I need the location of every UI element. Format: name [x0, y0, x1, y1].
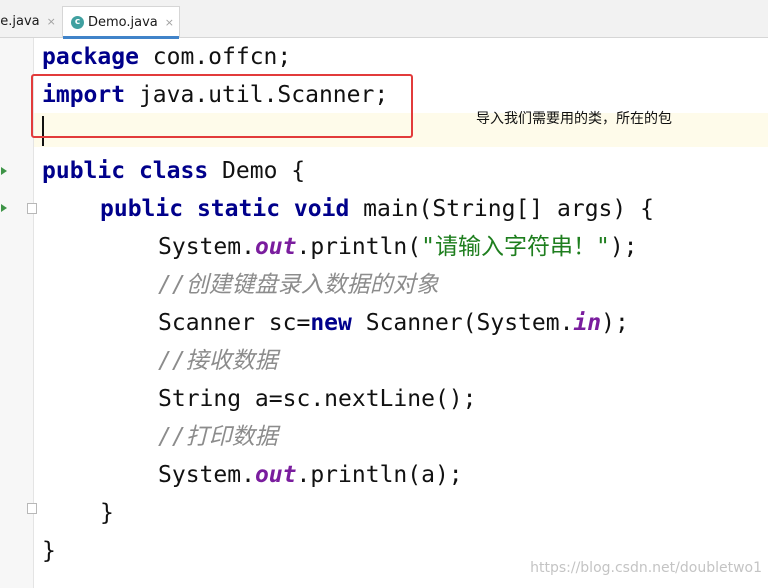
- method-signature: main(String[] args) {: [349, 196, 654, 222]
- class-declaration: Demo {: [208, 158, 306, 184]
- fold-method-icon[interactable]: [27, 203, 37, 214]
- run-class-icon[interactable]: [1, 167, 7, 175]
- code-line-8: Scanner sc=new Scanner(System.in);: [158, 304, 629, 342]
- code-text: );: [609, 234, 638, 260]
- code-text: System.: [158, 234, 255, 260]
- import-highlight-box: [31, 74, 413, 138]
- keyword-public: public: [100, 196, 184, 222]
- code-line-12: System.out.println(a);: [158, 456, 463, 494]
- package-name: com.offcn;: [138, 44, 292, 70]
- code-text: Scanner sc=: [158, 310, 311, 336]
- annotation-label: 导入我们需要用的类，所在的包: [476, 111, 672, 127]
- code-comment: //创建键盘录入数据的对象: [158, 272, 439, 298]
- keyword-new: new: [310, 310, 352, 336]
- static-field: out: [254, 234, 297, 260]
- code-text: System.: [158, 462, 255, 488]
- run-main-icon[interactable]: [1, 204, 7, 212]
- code-line-10: String a=sc.nextLine();: [158, 386, 477, 412]
- close-icon[interactable]: ×: [165, 16, 174, 29]
- code-line-4: public class Demo {: [42, 152, 305, 190]
- keyword-class: class: [138, 158, 209, 184]
- string-literal: "请输入字符串！": [421, 234, 610, 260]
- code-text: );: [601, 310, 629, 336]
- code-line-6: System.out.println("请输入字符串！");: [158, 228, 638, 266]
- code-text: .println(: [296, 234, 422, 260]
- static-field: in: [573, 310, 602, 336]
- keyword-package: package: [42, 44, 139, 70]
- tab-previous-file[interactable]: ne.java ×: [0, 7, 56, 35]
- tab-label: ne.java: [0, 13, 40, 29]
- code-comment: //接收数据: [158, 348, 278, 374]
- java-class-icon: c: [71, 15, 84, 29]
- code-comment: //打印数据: [158, 424, 278, 450]
- editor-tab-bar: ne.java × c Demo.java ×: [0, 0, 768, 39]
- tab-label: Demo.java: [88, 14, 158, 30]
- tab-demo-java[interactable]: c Demo.java ×: [62, 6, 180, 39]
- code-line-14: }: [42, 538, 56, 564]
- code-line-13: }: [100, 500, 114, 526]
- code-line-5: public static void main(String[] args) {: [100, 190, 654, 228]
- keyword-void: void: [293, 196, 350, 222]
- keyword-static: static: [196, 196, 281, 222]
- keyword-public: public: [42, 158, 126, 184]
- static-field: out: [254, 462, 297, 488]
- code-text: .println(a);: [296, 462, 463, 488]
- code-text: Scanner(System.: [351, 310, 574, 336]
- close-icon[interactable]: ×: [47, 15, 56, 28]
- watermark: https://blog.csdn.net/doubletwo1: [530, 560, 762, 576]
- fold-end-icon[interactable]: [27, 503, 37, 514]
- code-line-1: package com.offcn;: [42, 38, 291, 76]
